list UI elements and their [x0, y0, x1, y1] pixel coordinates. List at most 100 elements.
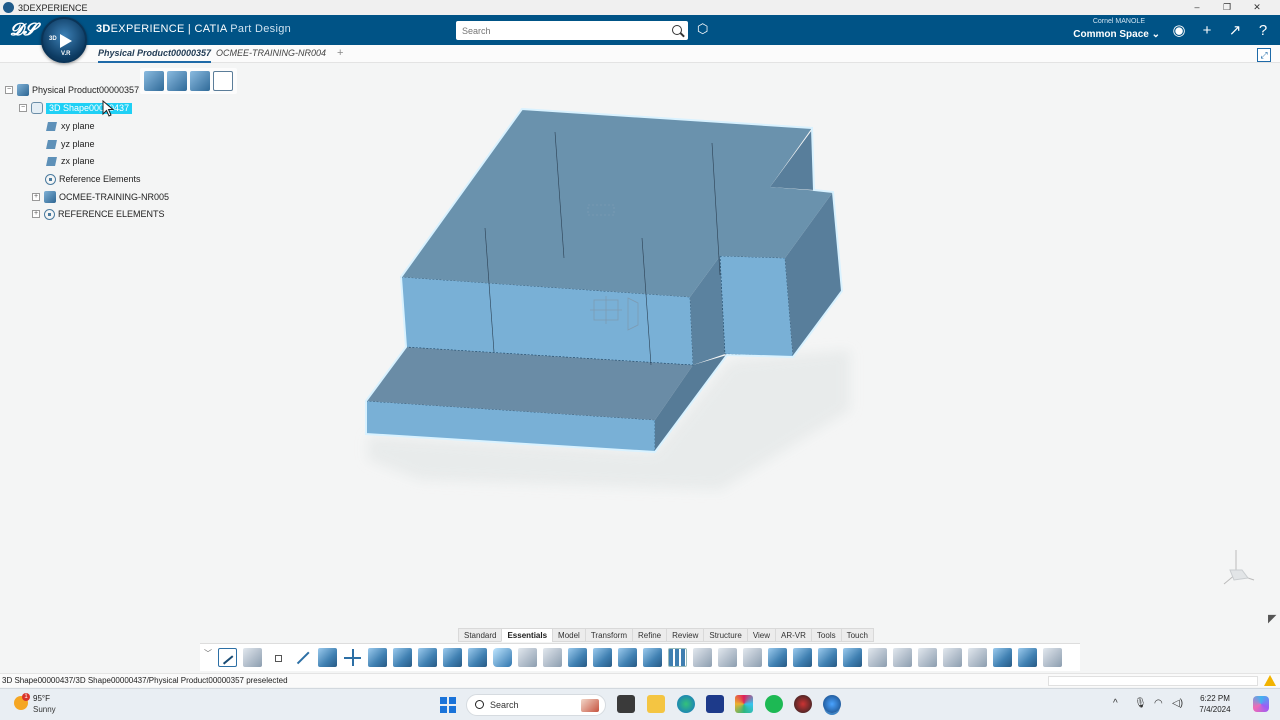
tree-item-xy-plane[interactable]: xy plane — [46, 118, 95, 134]
pad-icon[interactable] — [368, 648, 387, 667]
restore-button[interactable]: ❐ — [1212, 0, 1242, 15]
section-tab-standard[interactable]: Standard — [458, 628, 502, 642]
section-tab-touch[interactable]: Touch — [840, 628, 874, 642]
shell-icon[interactable] — [593, 648, 612, 667]
tree-item-reference-elements[interactable]: Reference Elements — [45, 171, 141, 187]
copy-icon[interactable] — [213, 71, 233, 91]
add-icon[interactable]: + — [1198, 22, 1216, 40]
action-bar-collapse-icon[interactable]: ﹀ — [204, 648, 212, 659]
add-body-icon[interactable] — [893, 648, 912, 667]
section-tab-transform[interactable]: Transform — [584, 628, 632, 642]
boolean-icon[interactable] — [843, 648, 862, 667]
positioned-sketch-icon[interactable] — [243, 648, 262, 667]
volume-icon[interactable]: ◁) — [1172, 698, 1183, 709]
orientation-compass-icon[interactable] — [1222, 548, 1256, 588]
expand-icon[interactable]: + — [32, 210, 40, 218]
measure-icon[interactable] — [793, 648, 812, 667]
tree-item-yz-plane[interactable]: yz plane — [46, 136, 95, 152]
play-icon[interactable] — [60, 34, 72, 48]
tree-root[interactable]: − Physical Product00000357 — [5, 82, 139, 98]
shape-icon[interactable] — [167, 71, 187, 91]
weather-temperature[interactable]: 95°F — [33, 694, 50, 703]
section-tab-structure[interactable]: Structure — [703, 628, 747, 642]
search-icon[interactable] — [672, 25, 682, 35]
expand-icon[interactable]: + — [32, 193, 40, 201]
tab-ocmee-training[interactable]: OCMEE-TRAINING-NR004 — [216, 48, 326, 58]
shaft-icon[interactable] — [418, 648, 437, 667]
pocket-icon[interactable] — [393, 648, 412, 667]
3d-part-model[interactable] — [240, 64, 1280, 624]
sketch-icon[interactable] — [218, 648, 237, 667]
view-cube-icon[interactable] — [1018, 648, 1037, 667]
axis-system-icon[interactable] — [343, 648, 362, 667]
l-app-icon[interactable] — [706, 695, 724, 713]
search-input[interactable] — [456, 21, 656, 40]
warning-icon[interactable] — [1264, 675, 1276, 686]
body-tool-icon[interactable] — [818, 648, 837, 667]
collab-space-selector[interactable]: Common Space ⌄ — [1073, 29, 1160, 40]
compass-widget[interactable]: 3D V.R — [41, 17, 87, 63]
tray-overflow-icon[interactable]: ^ — [1113, 698, 1118, 709]
body-icon[interactable] — [190, 71, 210, 91]
tab-physical-product[interactable]: Physical Product00000357 — [98, 48, 212, 63]
edge-browser-icon[interactable] — [677, 695, 695, 713]
spotify-icon[interactable] — [765, 695, 783, 713]
translate-icon[interactable] — [718, 648, 737, 667]
mirror-icon[interactable] — [743, 648, 762, 667]
taskbar-search[interactable]: Search — [466, 694, 606, 716]
section-tab-view[interactable]: View — [746, 628, 776, 642]
section-tab-essentials[interactable]: Essentials — [501, 628, 553, 642]
share-icon[interactable]: ↗ — [1226, 22, 1244, 40]
collapse-icon[interactable]: − — [19, 104, 27, 112]
draft-icon[interactable] — [568, 648, 587, 667]
3d-viewport[interactable] — [240, 64, 1280, 624]
clock-time[interactable]: 6:22 PM — [1195, 694, 1235, 703]
rectangular-pattern-icon[interactable] — [668, 648, 687, 667]
search-box[interactable] — [456, 21, 688, 40]
user-profile-icon[interactable]: ◉ — [1170, 22, 1188, 40]
section-view-icon[interactable] — [768, 648, 787, 667]
plane-tool-icon[interactable] — [318, 648, 337, 667]
wifi-icon[interactable]: ◠ — [1154, 698, 1163, 709]
cube-icon[interactable] — [993, 648, 1012, 667]
intersect-icon[interactable] — [943, 648, 962, 667]
remove-body-icon[interactable] — [918, 648, 937, 667]
section-tab-ar-vr[interactable]: AR-VR — [775, 628, 811, 642]
side-panel-arrow-icon[interactable]: ◤ — [1268, 612, 1276, 625]
file-explorer-icon[interactable] — [647, 695, 665, 713]
tree-item-ocmee-training[interactable]: + OCMEE-TRAINING-NR005 — [32, 189, 169, 205]
split-icon[interactable] — [643, 648, 662, 667]
tag-icon[interactable]: ⬡ — [697, 22, 711, 36]
command-input[interactable] — [1048, 676, 1258, 686]
dassault-logo-icon[interactable]: 𝓓𝓢 — [10, 20, 36, 40]
windows-start-icon[interactable] — [440, 697, 456, 713]
fillet-icon[interactable] — [518, 648, 537, 667]
rib-icon[interactable] — [468, 648, 487, 667]
chamfer-icon[interactable] — [543, 648, 562, 667]
thickness-icon[interactable] — [618, 648, 637, 667]
slack-icon[interactable] — [735, 695, 753, 713]
hole-icon[interactable] — [493, 648, 512, 667]
close-button[interactable]: ✕ — [1242, 0, 1272, 15]
section-tab-review[interactable]: Review — [666, 628, 704, 642]
weather-condition[interactable]: Sunny — [33, 705, 56, 714]
groove-icon[interactable] — [443, 648, 462, 667]
point-icon[interactable] — [268, 648, 287, 667]
collapse-icon[interactable]: − — [5, 86, 13, 94]
section-tab-tools[interactable]: Tools — [810, 628, 841, 642]
maximize-icon[interactable]: ⤢ — [1257, 48, 1271, 62]
circular-pattern-icon[interactable] — [693, 648, 712, 667]
media-app-icon[interactable] — [794, 695, 812, 713]
copilot-icon[interactable] — [1253, 696, 1269, 712]
tree-item-zx-plane[interactable]: zx plane — [46, 153, 95, 169]
3dexperience-taskbar-icon[interactable] — [823, 695, 841, 713]
task-view-icon[interactable] — [617, 695, 635, 713]
clock-date[interactable]: 7/4/2024 — [1195, 705, 1235, 714]
microphone-icon[interactable]: 🎙 — [1134, 698, 1147, 709]
part-icon[interactable] — [144, 71, 164, 91]
line-icon[interactable] — [293, 648, 312, 667]
remove-lump-icon[interactable] — [968, 648, 987, 667]
section-tab-model[interactable]: Model — [552, 628, 585, 642]
assemble-icon[interactable] — [868, 648, 887, 667]
add-tab-button[interactable]: + — [337, 47, 343, 59]
